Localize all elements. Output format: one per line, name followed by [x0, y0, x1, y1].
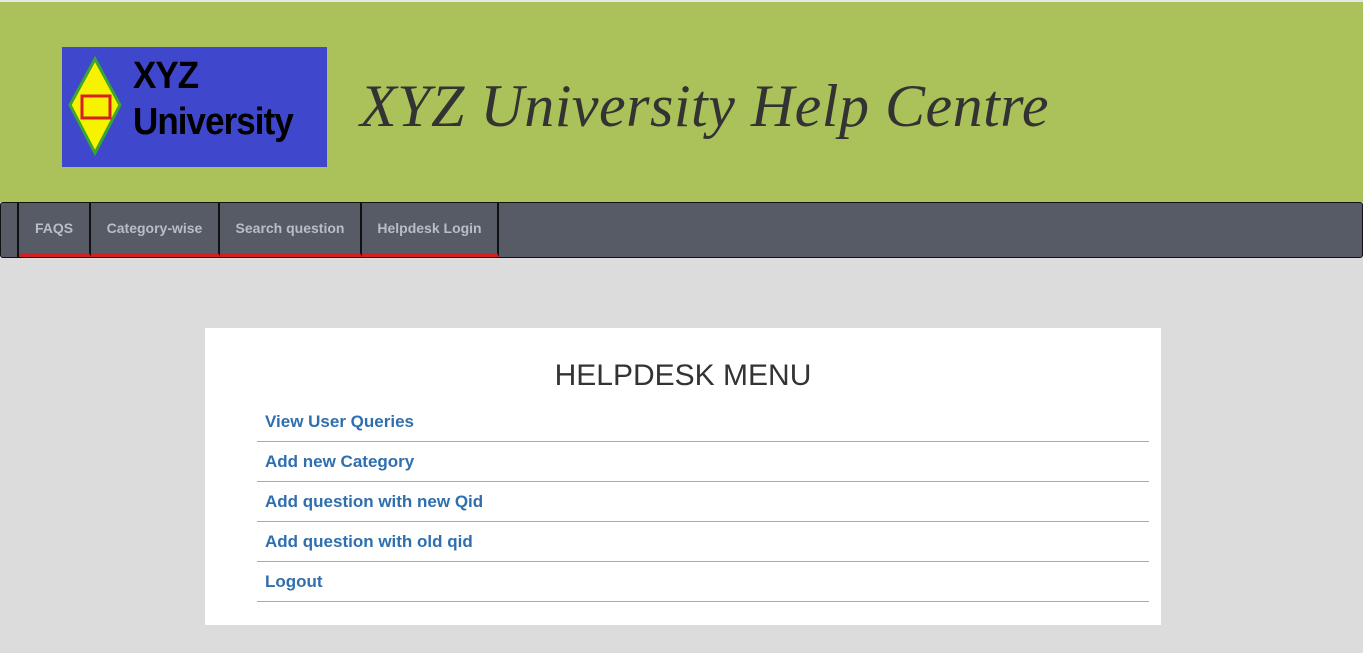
site-title: XYZ University Help Centre: [360, 73, 1050, 139]
logo-text: XYZ University: [133, 53, 294, 145]
view-user-queries-link[interactable]: View User Queries: [265, 412, 414, 431]
nav-item-faqs[interactable]: FAQS: [19, 203, 91, 257]
main-navbar: FAQS Category-wise Search question Helpd…: [0, 202, 1363, 258]
add-question-new-qid-link[interactable]: Add question with new Qid: [265, 492, 483, 511]
logo-text-line1: XYZ: [133, 55, 199, 97]
helpdesk-menu-list: View User Queries Add new Category Add q…: [257, 402, 1149, 602]
list-item: View User Queries: [257, 402, 1149, 442]
list-item: Logout: [257, 562, 1149, 602]
nav-item-search-question[interactable]: Search question: [220, 203, 362, 257]
university-logo: XYZ University: [62, 47, 327, 167]
page-title: HELPDESK MENU: [554, 359, 812, 392]
list-item: Add question with new Qid: [257, 482, 1149, 522]
add-question-old-qid-link[interactable]: Add question with old qid: [265, 532, 473, 551]
nav-item-helpdesk-login[interactable]: Helpdesk Login: [362, 203, 499, 257]
site-header: XYZ University XYZ University Help Centr…: [0, 0, 1363, 202]
logout-link[interactable]: Logout: [265, 572, 323, 591]
logo-text-line2: University: [133, 101, 294, 143]
list-item: Add new Category: [257, 442, 1149, 482]
list-item: Add question with old qid: [257, 522, 1149, 562]
nav-item-category-wise[interactable]: Category-wise: [91, 203, 220, 257]
add-new-category-link[interactable]: Add new Category: [265, 452, 414, 471]
